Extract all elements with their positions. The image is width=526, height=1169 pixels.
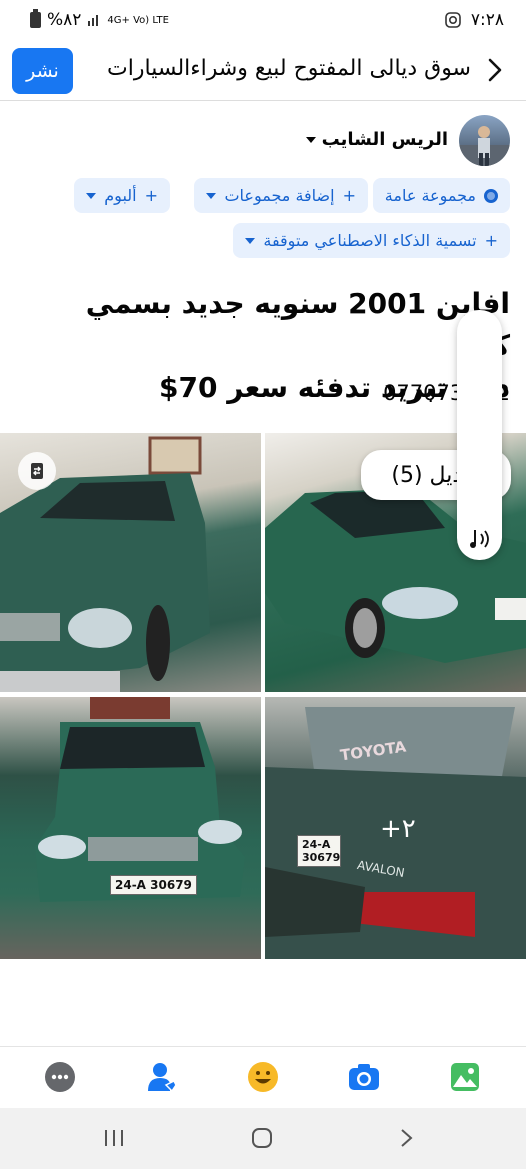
audio-icon[interactable] bbox=[467, 526, 493, 552]
audience-chip[interactable]: مجموعة عامة bbox=[372, 178, 510, 213]
status-time: ٧:٢٨ bbox=[470, 10, 504, 30]
plus-icon: + bbox=[484, 231, 498, 250]
publish-button[interactable]: نشر bbox=[12, 48, 73, 94]
plus-icon: + bbox=[144, 186, 158, 205]
swap-icon bbox=[31, 463, 43, 479]
post-line-1: افاين 2001 سنويه جديد بسمي كير bbox=[85, 287, 510, 362]
accessibility-side-panel[interactable] bbox=[457, 310, 502, 560]
caret-down-icon bbox=[245, 237, 256, 244]
plus-icon: + bbox=[342, 186, 356, 205]
system-nav-bar bbox=[0, 1108, 526, 1169]
recent-apps-icon[interactable] bbox=[103, 1128, 125, 1148]
battery-level: %٨٢ bbox=[47, 10, 82, 30]
add-groups-label: إضافة مجموعات bbox=[224, 186, 335, 205]
camera-icon[interactable] bbox=[348, 1061, 380, 1093]
gallery-icon[interactable] bbox=[449, 1061, 481, 1093]
battery-icon bbox=[30, 9, 41, 28]
ai-label-text: تسمية الذكاء الاصطناعي متوقفة bbox=[263, 231, 477, 250]
avatar-image bbox=[459, 126, 510, 166]
status-right: ٧:٢٨ bbox=[445, 10, 504, 30]
add-groups-chip[interactable]: + إضافة مجموعات bbox=[194, 178, 368, 213]
front-license-plate: 24-A 30679 bbox=[110, 875, 197, 895]
caret-down-icon bbox=[206, 192, 217, 199]
audience-label: مجموعة عامة bbox=[384, 186, 476, 205]
album-label: ألبوم bbox=[104, 186, 137, 205]
album-chip[interactable]: + ألبوم bbox=[74, 178, 170, 213]
ai-label-chip[interactable]: + تسمية الذكاء الاصطناعي متوقفة bbox=[233, 223, 510, 258]
more-icon[interactable] bbox=[44, 1061, 76, 1093]
swap-photos-button[interactable] bbox=[18, 452, 56, 490]
author-name-label: الريس الشايب bbox=[321, 129, 448, 150]
composer-toolbar bbox=[0, 1046, 526, 1109]
network-type: 4G+ Vo) LTE bbox=[107, 14, 169, 26]
more-photos-count[interactable]: ٢+ bbox=[380, 814, 416, 844]
avatar bbox=[459, 115, 510, 166]
tag-people-icon[interactable] bbox=[146, 1061, 178, 1093]
post-header: نشر سوق ديالى المفتوح لبيع وشراءالسيارات bbox=[0, 42, 526, 101]
caret-down-icon bbox=[86, 192, 97, 199]
photo-3[interactable]: 24-A 30679 bbox=[0, 697, 261, 959]
back-chevron-icon[interactable] bbox=[484, 56, 506, 84]
status-bar: ٧:٢٨ %٨٢ 4G+ Vo) LTE bbox=[0, 0, 526, 40]
globe-icon bbox=[484, 188, 498, 203]
back-icon[interactable] bbox=[399, 1127, 415, 1149]
home-icon[interactable] bbox=[251, 1127, 273, 1149]
feeling-icon[interactable] bbox=[247, 1061, 279, 1093]
car-front-image bbox=[35, 697, 245, 902]
signal-icon bbox=[88, 15, 99, 26]
author-name[interactable]: الريس الشايب bbox=[305, 129, 448, 150]
group-title: سوق ديالى المفتوح لبيع وشراءالسيارات bbox=[107, 56, 471, 81]
status-left: %٨٢ 4G+ Vo) LTE bbox=[30, 9, 169, 30]
instagram-icon bbox=[445, 12, 461, 28]
rear-license-plate: 24-A 30679 bbox=[297, 835, 341, 867]
caret-down-icon bbox=[305, 137, 316, 143]
